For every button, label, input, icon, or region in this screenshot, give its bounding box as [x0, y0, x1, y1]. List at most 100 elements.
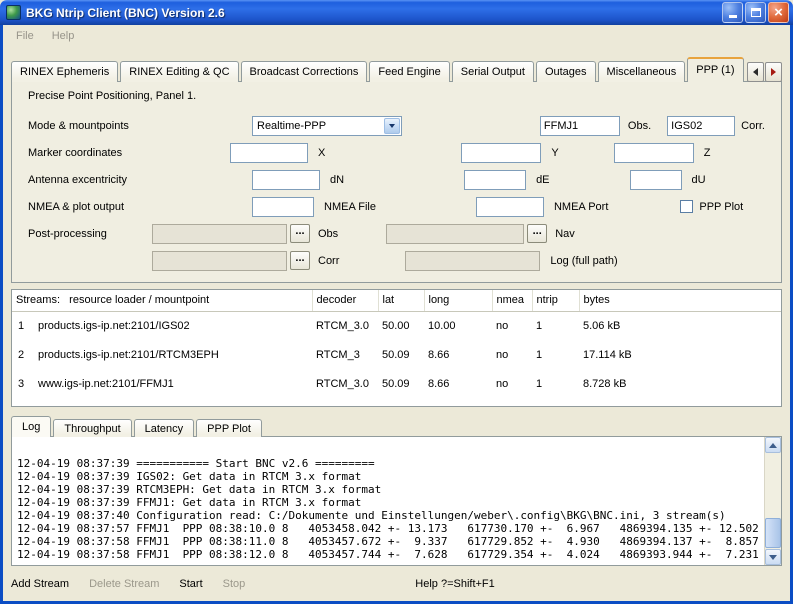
log-line: 12-04-19 08:37:58 FFMJ1 PPP 08:38:12.0 8…: [17, 548, 759, 561]
tab-latency[interactable]: Latency: [134, 419, 195, 437]
log-output[interactable]: 12-04-19 08:37:39 =========== Start BNC …: [11, 436, 782, 566]
tab-ppp-plot[interactable]: PPP Plot: [196, 419, 262, 437]
tab-miscellaneous[interactable]: Miscellaneous: [598, 61, 686, 82]
log-tab-bar: Log Throughput Latency PPP Plot: [11, 417, 782, 437]
antenna-row: Antenna excentricity dN dE dU: [28, 166, 765, 193]
marker-x-field[interactable]: [230, 143, 308, 163]
browse-obs-button[interactable]: ...: [290, 224, 310, 243]
panel-title: Precise Point Positioning, Panel 1.: [28, 90, 765, 102]
minimize-button[interactable]: [722, 2, 743, 23]
tab-outages[interactable]: Outages: [536, 61, 596, 82]
close-button[interactable]: ×: [768, 2, 789, 23]
row-number[interactable]: 3: [12, 369, 34, 398]
maximize-button[interactable]: [745, 2, 766, 23]
mode-combobox-value: Realtime-PPP: [257, 120, 326, 132]
menu-bar: File Help: [3, 25, 790, 47]
menu-file[interactable]: File: [7, 28, 43, 44]
scrollbar-thumb[interactable]: [765, 518, 781, 548]
tab-broadcast-corrections[interactable]: Broadcast Corrections: [241, 61, 368, 82]
stream-ntrip[interactable]: 1: [532, 340, 579, 369]
nmea-port-field[interactable]: [476, 197, 544, 217]
antenna-de-field[interactable]: [464, 170, 526, 190]
column-header-decoder: decoder: [312, 290, 378, 311]
stream-nmea[interactable]: no: [492, 369, 532, 398]
stream-long[interactable]: 8.66: [424, 340, 492, 369]
tab-scroll-left-button[interactable]: [747, 62, 764, 82]
antenna-excentricity-label: Antenna excentricity: [28, 174, 252, 186]
stream-lat[interactable]: 50.09: [378, 340, 424, 369]
stream-decoder[interactable]: RTCM_3.0: [312, 369, 378, 398]
corr-mountpoint-field[interactable]: [667, 116, 735, 136]
stream-lat[interactable]: 50.00: [378, 311, 424, 340]
stream-long[interactable]: 10.00: [424, 311, 492, 340]
nmea-port-label: NMEA Port: [554, 201, 608, 213]
marker-y-field[interactable]: [461, 143, 541, 163]
stream-row-2[interactable]: 2 products.igs-ip.net:2101/RTCM3EPH RTCM…: [12, 340, 781, 369]
tab-serial-output[interactable]: Serial Output: [452, 61, 534, 82]
y-label: Y: [551, 147, 558, 159]
column-header-nmea: nmea: [492, 290, 532, 311]
antenna-dn-field[interactable]: [252, 170, 320, 190]
du-label: dU: [692, 174, 706, 186]
minimize-icon: [729, 15, 737, 18]
antenna-du-field[interactable]: [630, 170, 682, 190]
obs-mountpoint-field[interactable]: [540, 116, 620, 136]
column-header-ntrip: ntrip: [532, 290, 579, 311]
close-icon: ×: [774, 5, 783, 20]
nmea-file-field[interactable]: [252, 197, 314, 217]
marker-z-field[interactable]: [614, 143, 694, 163]
tab-scroll-right-button[interactable]: [765, 62, 782, 82]
browse-corr-button[interactable]: ...: [290, 251, 310, 270]
window-frame: File Help RINEX Ephemeris RINEX Editing …: [0, 25, 793, 604]
stream-lat[interactable]: 50.09: [378, 369, 424, 398]
stream-ntrip[interactable]: 1: [532, 369, 579, 398]
log-scrollbar[interactable]: [764, 437, 781, 565]
stream-long[interactable]: 8.66: [424, 369, 492, 398]
stream-mountpoint[interactable]: products.igs-ip.net:2101/IGS02: [34, 311, 312, 340]
tab-ppp-1[interactable]: PPP (1): [687, 57, 743, 82]
browse-nav-button[interactable]: ...: [527, 224, 547, 243]
add-stream-button[interactable]: Add Stream: [11, 578, 69, 590]
ppp-plot-checkbox[interactable]: [680, 200, 693, 213]
app-window: BKG Ntrip Client (BNC) Version 2.6 × Fil…: [0, 0, 793, 604]
stream-bytes[interactable]: 5.06 kB: [579, 311, 781, 340]
tab-rinex-ephemeris[interactable]: RINEX Ephemeris: [11, 61, 118, 82]
stream-mountpoint[interactable]: www.igs-ip.net:2101/FFMJ1: [34, 369, 312, 398]
tab-log[interactable]: Log: [11, 416, 51, 437]
bottom-action-bar: Add Stream Delete Stream Start Stop Help…: [3, 566, 790, 601]
arrow-down-icon: [769, 555, 777, 560]
streams-table: Streams: resource loader / mountpoint de…: [12, 290, 781, 398]
stream-mountpoint[interactable]: products.igs-ip.net:2101/RTCM3EPH: [34, 340, 312, 369]
combobox-dropdown-button[interactable]: [384, 118, 400, 134]
main-tab-bar: RINEX Ephemeris RINEX Editing & QC Broad…: [11, 59, 782, 82]
column-header-lat: lat: [378, 290, 424, 311]
stream-bytes[interactable]: 8.728 kB: [579, 369, 781, 398]
scroll-up-button[interactable]: [765, 437, 781, 453]
stream-ntrip[interactable]: 1: [532, 311, 579, 340]
mode-mountpoints-label: Mode & mountpoints: [28, 120, 252, 132]
stream-row-1[interactable]: 1 products.igs-ip.net:2101/IGS02 RTCM_3.…: [12, 311, 781, 340]
dn-label: dN: [330, 174, 344, 186]
tab-throughput[interactable]: Throughput: [53, 419, 131, 437]
stream-nmea[interactable]: no: [492, 340, 532, 369]
stream-decoder[interactable]: RTCM_3: [312, 340, 378, 369]
column-header-bytes: bytes: [579, 290, 781, 311]
stream-bytes[interactable]: 17.114 kB: [579, 340, 781, 369]
row-number[interactable]: 1: [12, 311, 34, 340]
start-button[interactable]: Start: [179, 578, 202, 590]
stream-row-3[interactable]: 3 www.igs-ip.net:2101/FFMJ1 RTCM_3.0 50.…: [12, 369, 781, 398]
row-number[interactable]: 2: [12, 340, 34, 369]
postproc-row-2: ... Corr Log (full path): [28, 247, 765, 274]
streams-table-container: Streams: resource loader / mountpoint de…: [11, 289, 782, 407]
stream-decoder[interactable]: RTCM_3.0: [312, 311, 378, 340]
tab-rinex-editing-qc[interactable]: RINEX Editing & QC: [120, 61, 238, 82]
log-line: 12-04-19 08:37:39 =========== Start BNC …: [17, 457, 759, 470]
title-bar[interactable]: BKG Ntrip Client (BNC) Version 2.6 ×: [0, 0, 793, 25]
stream-nmea[interactable]: no: [492, 311, 532, 340]
menu-help[interactable]: Help: [43, 28, 84, 44]
mode-combobox[interactable]: Realtime-PPP: [252, 116, 402, 136]
tab-feed-engine[interactable]: Feed Engine: [369, 61, 449, 82]
postproc-log-path-field: [405, 251, 540, 271]
log-line: 12-04-19 08:37:58 FFMJ1 PPP 08:38:11.0 8…: [17, 535, 759, 548]
scroll-down-button[interactable]: [765, 549, 781, 565]
